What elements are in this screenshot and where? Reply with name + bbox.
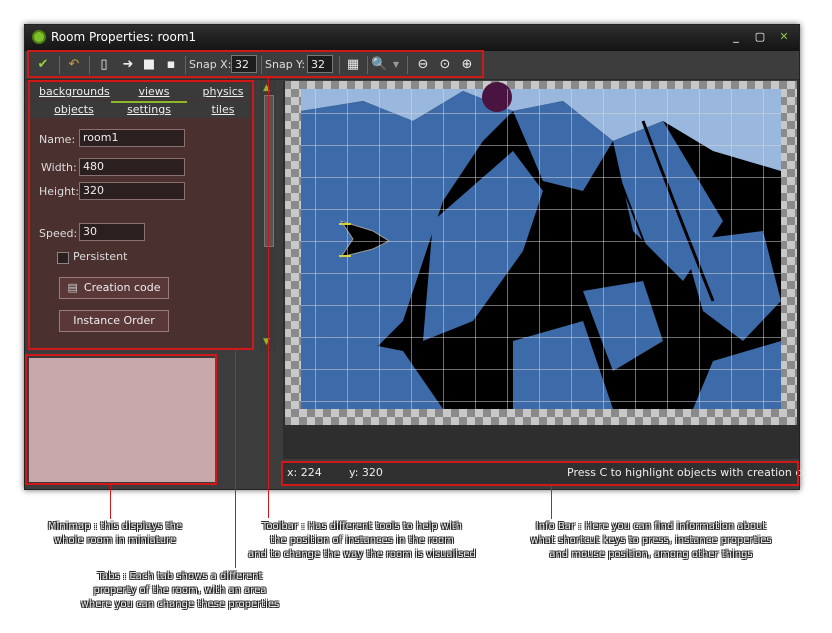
tabs-caption: Tabs : Each tab shows a different proper… <box>80 571 280 610</box>
toolbar-connector <box>268 78 269 518</box>
close-button[interactable]: ✕ <box>773 30 795 44</box>
minimap-connector <box>110 485 111 519</box>
minimap-caption: Minimap : this displays the whole room i… <box>47 521 183 546</box>
window-title: Room Properties: room1 <box>51 30 197 44</box>
title-bar: Room Properties: room1 _ ▢ ✕ <box>25 25 799 51</box>
minimap-highlight <box>25 354 217 485</box>
minimize-button[interactable]: _ <box>725 30 747 44</box>
gamemaker-logo-icon <box>32 30 46 44</box>
infobar-caption: Info Bar : Here you can find information… <box>530 521 772 560</box>
room-canvas[interactable] <box>283 81 799 459</box>
maximize-button[interactable]: ▢ <box>749 30 771 44</box>
toolbar-highlight <box>27 50 484 78</box>
infobar-highlight <box>281 461 799 486</box>
tabs-highlight <box>28 80 254 350</box>
room-grid <box>301 89 781 409</box>
infobar-connector <box>551 486 552 519</box>
toolbar-caption: Toolbar : Has different tools to help wi… <box>248 521 476 560</box>
room-editor-area[interactable] <box>283 81 799 459</box>
scroll-thumb[interactable] <box>264 95 274 247</box>
